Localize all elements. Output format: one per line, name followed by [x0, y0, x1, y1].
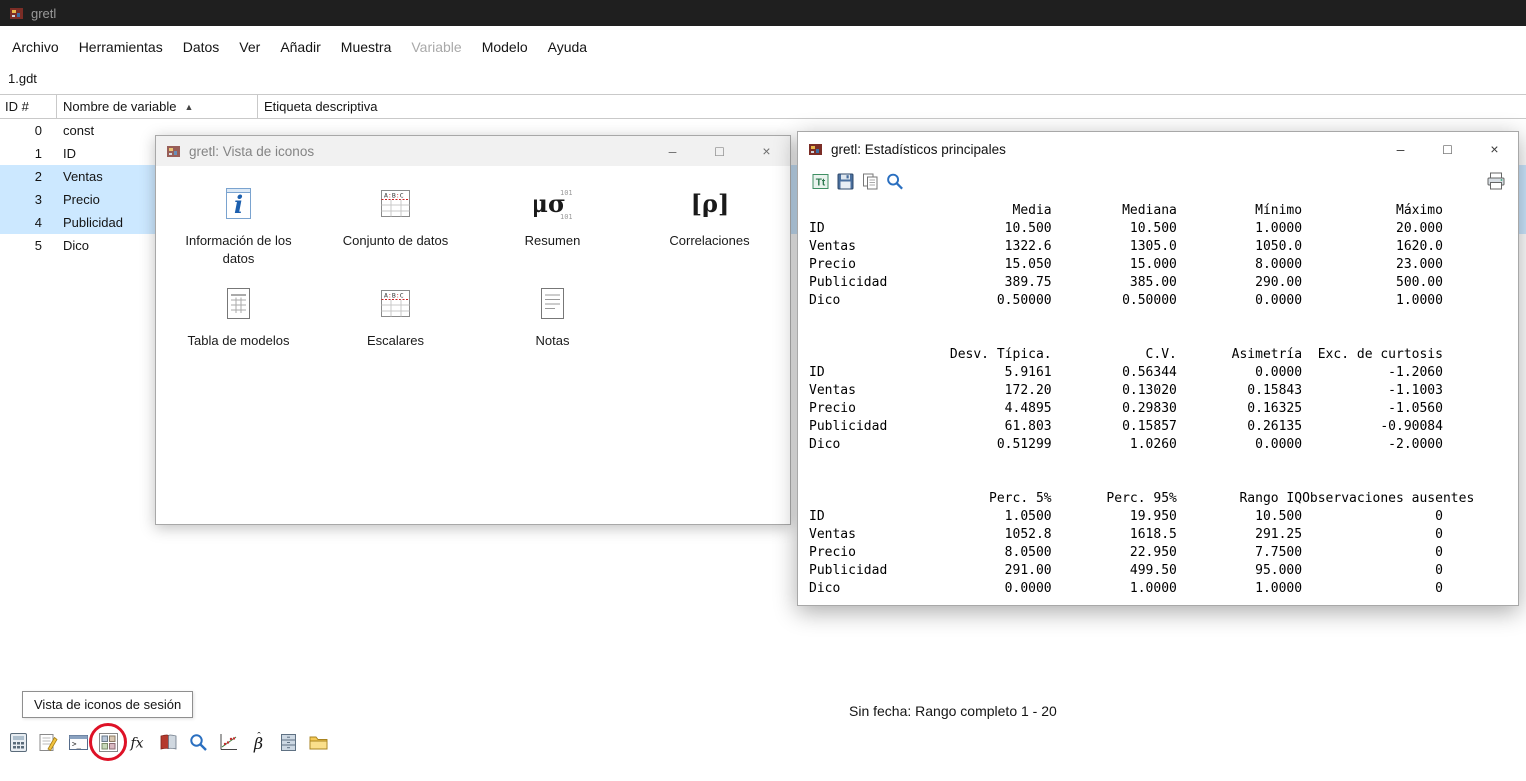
column-header-name[interactable]: Nombre de variable ▲ — [57, 95, 258, 118]
save-text-icon[interactable]: Tt — [810, 171, 830, 191]
session-icon-notas[interactable]: Notas — [474, 276, 631, 376]
scalars-icon: A:B:C — [380, 280, 411, 326]
menu-variable: Variable — [401, 34, 471, 60]
open-data-icon[interactable] — [307, 731, 329, 753]
session-icon-tabla-de-modelos[interactable]: Tabla de modelos — [160, 276, 317, 376]
stats-toolbar-left: Tt — [810, 171, 905, 191]
maximize-button[interactable]: □ — [696, 136, 743, 166]
menu-datos[interactable]: Datos — [173, 34, 230, 60]
menu-ayuda[interactable]: Ayuda — [538, 34, 597, 60]
variable-table-header: ID # Nombre de variable ▲ Etiqueta descr… — [0, 94, 1526, 119]
menu-anadir[interactable]: Añadir — [270, 34, 330, 60]
session-icon-escalares[interactable]: A:B:C Escalares — [317, 276, 474, 376]
session-icon-label: Notas — [536, 332, 570, 350]
main-titlebar[interactable]: gretl — [0, 0, 1526, 26]
menu-bar: ArchivoHerramientasDatosVerAñadirMuestra… — [2, 34, 597, 60]
icon-window-controls: – □ × — [649, 136, 790, 166]
calculator-icon[interactable] — [7, 731, 29, 753]
var-id: 1 — [0, 146, 57, 161]
session-icon-grid: i Información de los datos A:B:C Conjunto d… — [156, 166, 790, 376]
new-script-icon[interactable] — [37, 731, 59, 753]
notes-icon — [539, 280, 566, 326]
save-icon[interactable] — [835, 171, 855, 191]
scatter-plot-icon[interactable] — [217, 731, 239, 753]
gretl-icon — [166, 144, 181, 159]
session-icon-conjunto-de-datos[interactable]: A:B:C Conjunto de datos — [317, 176, 474, 276]
svg-text:[ρ]: [ρ] — [691, 189, 729, 218]
stats-window-titlebar[interactable]: gretl: Estadísticos principales – □ × — [798, 132, 1518, 166]
screen: gretl ArchivoHerramientasDatosVerAñadirM… — [0, 0, 1526, 781]
maximize-button[interactable]: □ — [1424, 132, 1471, 166]
stats-window-controls: – □ × — [1377, 132, 1518, 166]
main-window-title: gretl — [31, 6, 56, 21]
session-icon-label: Correlaciones — [669, 232, 749, 250]
menu-ver[interactable]: Ver — [229, 34, 270, 60]
stats-output[interactable]: Media Mediana Mínimo Máximo ID 10.500 10… — [798, 196, 1518, 598]
session-icon-resumen[interactable]: μσ10111011Resumen — [474, 176, 631, 276]
gretl-icon — [808, 142, 823, 157]
copy-icon[interactable] — [860, 171, 880, 191]
search-database-icon[interactable] — [187, 731, 209, 753]
correl-icon: [ρ] — [691, 180, 729, 226]
session-icon-label: Resumen — [525, 232, 581, 250]
stats-toolbar-right — [1486, 171, 1506, 191]
svg-text:Tt: Tt — [815, 177, 825, 188]
svg-text:>_: >_ — [72, 739, 82, 748]
session-icon-correlaciones[interactable]: [ρ] Correlaciones — [631, 176, 788, 276]
dataset-file-label: 1.gdt — [8, 71, 37, 86]
status-text: Sin fecha: Rango completo 1 - 20 — [849, 703, 1057, 719]
menu-archivo[interactable]: Archivo — [2, 34, 69, 60]
icon-window-titlebar[interactable]: gretl: Vista de iconos – □ × — [156, 136, 790, 166]
svg-text:A:B:C: A:B:C — [384, 291, 404, 299]
icon-window-title: gretl: Vista de iconos — [189, 144, 314, 159]
summary-icon: μσ10111011 — [534, 180, 572, 226]
console-icon[interactable]: >_ — [67, 731, 89, 753]
menu-muestra[interactable]: Muestra — [331, 34, 402, 60]
session-icon-label: Escalares — [367, 332, 424, 350]
svg-text:1011: 1011 — [560, 213, 572, 220]
menu-herramientas[interactable]: Herramientas — [69, 34, 173, 60]
var-id: 5 — [0, 238, 57, 253]
session-view-tooltip: Vista de iconos de sesión — [22, 691, 193, 718]
icon-view-window: gretl: Vista de iconos – □ × i Informació… — [155, 135, 791, 525]
menu-modelo[interactable]: Modelo — [472, 34, 538, 60]
close-button[interactable]: × — [743, 136, 790, 166]
databases-icon[interactable] — [277, 731, 299, 753]
info-icon: i — [225, 180, 252, 226]
column-header-name-text: Nombre de variable — [63, 99, 176, 114]
stats-toolbar: Tt — [798, 166, 1518, 196]
session-icon-informacion-de-los-datos[interactable]: i Información de los datos — [160, 176, 317, 276]
function-packages-icon[interactable]: fx — [127, 731, 149, 753]
reference-book-icon[interactable] — [157, 731, 179, 753]
session-icon-label: Tabla de modelos — [188, 332, 290, 350]
modeltable-icon — [225, 280, 252, 326]
session-icon-label: Información de los datos — [183, 232, 295, 267]
column-header-id[interactable]: ID # — [0, 95, 57, 118]
annotation-red-circle — [89, 723, 127, 761]
main-toolbar: >_ fx βˆ — [7, 731, 329, 753]
minimize-button[interactable]: – — [1377, 132, 1424, 166]
stats-window-title: gretl: Estadísticos principales — [831, 142, 1006, 157]
sort-ascending-icon: ▲ — [184, 102, 193, 112]
session-icon-label: Conjunto de datos — [343, 232, 449, 250]
var-id: 0 — [0, 123, 57, 138]
stats-window: gretl: Estadísticos principales – □ × Tt… — [797, 131, 1519, 606]
var-id: 2 — [0, 169, 57, 184]
model-beta-icon[interactable]: βˆ — [247, 731, 269, 753]
svg-text:1011: 1011 — [560, 189, 572, 197]
minimize-button[interactable]: – — [649, 136, 696, 166]
svg-text:A:B:C: A:B:C — [384, 191, 404, 199]
svg-text:i: i — [234, 190, 243, 219]
gretl-app-icon — [9, 6, 24, 21]
column-header-label[interactable]: Etiqueta descriptiva — [258, 95, 1526, 118]
svg-text:fx: fx — [129, 735, 143, 751]
var-id: 3 — [0, 192, 57, 207]
find-icon[interactable] — [885, 171, 905, 191]
dataset-icon: A:B:C — [380, 180, 411, 226]
print-icon[interactable] — [1486, 171, 1506, 191]
var-id: 4 — [0, 215, 57, 230]
close-button[interactable]: × — [1471, 132, 1518, 166]
